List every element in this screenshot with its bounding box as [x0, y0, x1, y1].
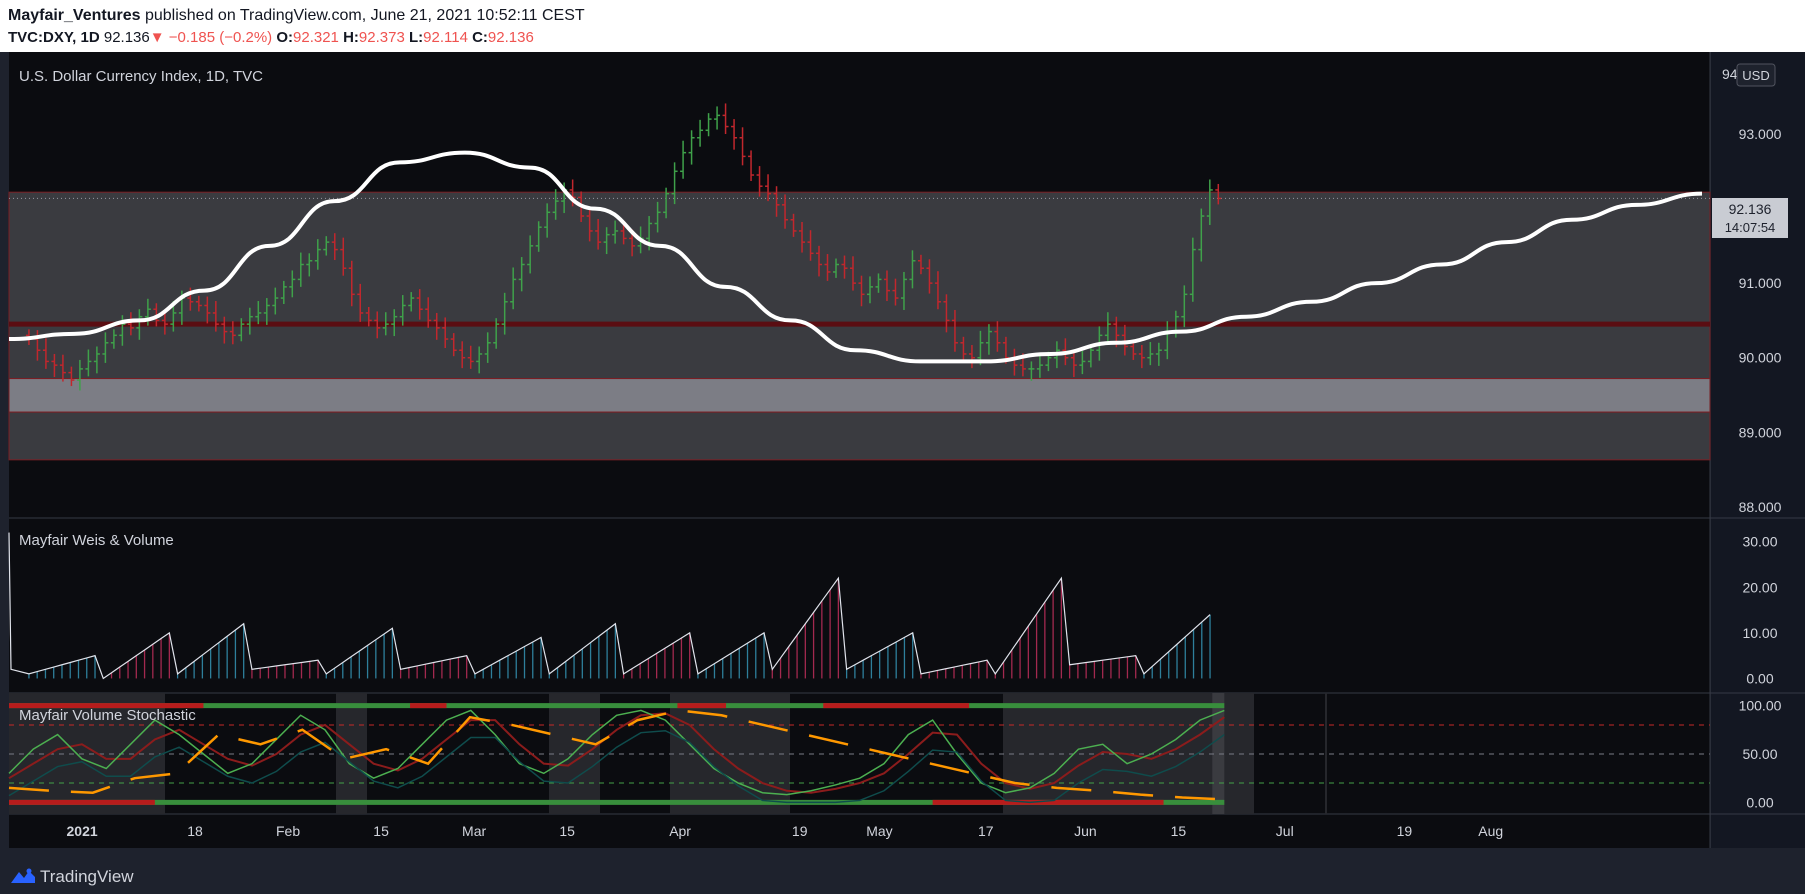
- time-axis-label: Apr: [669, 823, 691, 839]
- last-price-label: 92.136: [1729, 201, 1772, 217]
- stoch-pane-title: Mayfair Volume Stochastic: [19, 707, 196, 724]
- price-tick-label: 93.000: [1739, 126, 1782, 142]
- chart-area[interactable]: 88.000 89.000 90.000 91.000 93.000 0.00 10.00 2…: [0, 52, 1805, 858]
- tradingview-logo-icon[interactable]: [10, 868, 36, 884]
- last-price: 92.136: [103, 29, 150, 46]
- weis-tick-label: 30.00: [1742, 534, 1777, 550]
- time-axis-label: Jul: [1276, 823, 1294, 839]
- low-value: 92.114: [423, 29, 468, 46]
- zones-layer: [8, 191, 1711, 461]
- price-scale-background: [1711, 52, 1805, 848]
- currency-label[interactable]: USD: [1742, 68, 1769, 83]
- high-value: 92.373: [358, 29, 405, 46]
- symbol-label: TVC:DXY, 1D: [8, 29, 100, 46]
- time-axis-label: 19: [792, 823, 808, 839]
- price-pane-title: U.S. Dollar Currency Index, 1D, TVC: [19, 68, 263, 85]
- open-value: 92.321: [293, 29, 339, 46]
- stoch-zone-shade: [1325, 693, 1327, 814]
- zone-1: [8, 378, 1711, 413]
- top-tick-partial: 94: [1722, 66, 1738, 82]
- publication-header: Mayfair_Ventures published on TradingVie…: [0, 0, 1805, 52]
- stoch-tick-label: 100.00: [1739, 698, 1782, 714]
- price-tick-label: 89.000: [1739, 424, 1782, 440]
- price-change: ▼ −0.185 (−0.2%): [149, 29, 273, 46]
- price-tick-label: 90.000: [1739, 350, 1782, 366]
- weis-tick-label: 20.00: [1742, 579, 1777, 595]
- author-name[interactable]: Mayfair_Ventures: [8, 7, 141, 24]
- time-axis-label: 2021: [67, 823, 98, 839]
- weis-tick-label: 10.00: [1742, 625, 1777, 641]
- time-axis-label: Mar: [462, 823, 486, 839]
- low-label: L:: [408, 29, 424, 46]
- time-axis-label: Jun: [1074, 823, 1097, 839]
- ohlc-legend: TVC:DXY, 1D 92.136▼ −0.185 (−0.2%) O:92.…: [8, 29, 534, 46]
- time-axis-label: 15: [1171, 823, 1187, 839]
- time-axis-label: Aug: [1478, 823, 1503, 839]
- open-label: O:: [276, 29, 294, 46]
- time-axis-label: 15: [559, 823, 575, 839]
- price-tick-label: 88.000: [1739, 499, 1782, 515]
- bar-countdown: 14:07:54: [1725, 220, 1776, 235]
- weis-pane-title: Mayfair Weis & Volume: [19, 532, 174, 549]
- zone-2: [8, 411, 1711, 461]
- stoch-tick-label: 50.00: [1742, 746, 1777, 762]
- time-axis-label: May: [866, 823, 892, 839]
- footer: TradingView: [0, 858, 1805, 894]
- tradingview-brand[interactable]: TradingView: [40, 867, 134, 887]
- time-axis-label: 15: [373, 823, 389, 839]
- close-label: C:: [472, 29, 488, 46]
- time-axis-label: Feb: [276, 823, 300, 839]
- time-axis-label: 18: [187, 823, 203, 839]
- publication-info: published on TradingView.com, June 21, 2…: [144, 7, 585, 24]
- publication-line: Mayfair_Ventures published on TradingVie…: [8, 7, 585, 25]
- weis-tick-label: 0.00: [1746, 670, 1773, 686]
- high-label: H:: [343, 29, 359, 46]
- stoch-tick-label: 0.00: [1746, 794, 1773, 810]
- price-tick-label: 91.000: [1739, 275, 1782, 291]
- time-axis-label: 19: [1397, 823, 1413, 839]
- close-value: 92.136: [487, 29, 534, 46]
- time-axis-label: 17: [978, 823, 994, 839]
- chart-canvas[interactable]: 88.000 89.000 90.000 91.000 93.000 0.00 10.00 2…: [0, 52, 1805, 858]
